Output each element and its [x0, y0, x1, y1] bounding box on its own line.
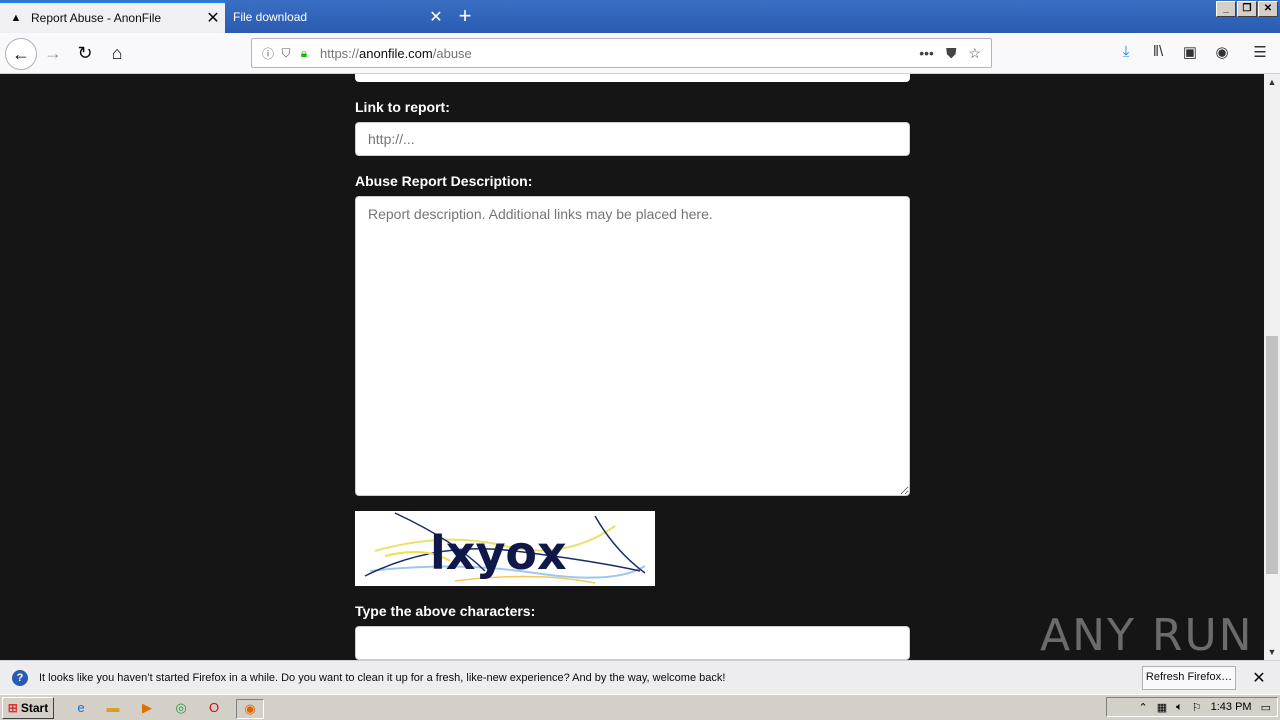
url-bar[interactable]: ⓘ ⛉ 🔒︎ https://anonfile.com/abuse ••• ⛊ … [251, 38, 992, 68]
tray-expand-icon[interactable]: ⌃ [1139, 701, 1148, 714]
notification-message: It looks like you haven’t started Firefo… [39, 672, 726, 684]
restore-button[interactable]: ❐ [1237, 1, 1257, 17]
forward-button[interactable]: → [38, 38, 68, 68]
network-icon[interactable]: ▦ [1157, 701, 1167, 714]
navigation-toolbar: ← → ↻ ⌂ ⓘ ⛉ 🔒︎ https://anonfile.com/abus… [0, 33, 1280, 74]
captcha-text: lxyox [430, 526, 567, 580]
tracking-shield-icon[interactable]: ⛉ [278, 46, 294, 61]
scroll-down-icon[interactable]: ▼ [1264, 644, 1280, 660]
url-text[interactable]: https://anonfile.com/abuse [320, 46, 919, 61]
bookmark-star-icon[interactable]: ☆ [968, 45, 981, 62]
account-icon[interactable]: ◉ [1212, 43, 1232, 63]
captcha-drawing: lxyox [364, 512, 646, 584]
home-button[interactable]: ⌂ [102, 38, 132, 68]
windows-taskbar: ⊞ Start e ▬ ▶ ◎ O ◉ ⌃ ▦ 🔈︎ ⚐ 1:43 PM ▭ [0, 694, 1280, 720]
media-player-icon[interactable]: ▶ [138, 699, 156, 717]
minimize-button[interactable]: _ [1216, 1, 1236, 17]
sidebar-icon[interactable]: ▣ [1180, 43, 1200, 63]
captcha-input[interactable] [355, 626, 910, 660]
action-center-flag-icon[interactable]: ⚐ [1192, 701, 1202, 714]
windows-logo-icon: ⊞ [7, 701, 18, 715]
volume-icon[interactable]: 🔈︎ [1176, 701, 1183, 714]
downloads-icon[interactable]: ⤓ [1116, 43, 1136, 63]
show-desktop-icon[interactable]: ▭ [1261, 701, 1271, 714]
internet-explorer-icon[interactable]: e [72, 699, 90, 717]
captcha-image: lxyox [355, 511, 655, 586]
start-button[interactable]: ⊞ Start [2, 697, 54, 719]
reload-button[interactable]: ↻ [70, 38, 100, 68]
tab-file-download[interactable]: File download ✕ [225, 1, 448, 33]
scroll-up-icon[interactable]: ▲ [1264, 74, 1280, 90]
menu-icon[interactable]: ☰ [1250, 43, 1270, 63]
scroll-thumb[interactable] [1266, 336, 1278, 574]
start-label: Start [20, 701, 49, 715]
window-controls: _ ❐ ✕ [1216, 1, 1278, 17]
page-actions-icon[interactable]: ••• [919, 45, 934, 62]
description-label: Abuse Report Description: [355, 173, 533, 189]
pocket-icon[interactable]: ⛊ [946, 45, 957, 62]
chrome-icon[interactable]: ◎ [172, 699, 190, 717]
library-icon[interactable]: ‖\ [1148, 43, 1168, 63]
anonfile-favicon-icon: ▲ [10, 12, 22, 24]
tab-title: Report Abuse - AnonFile [31, 11, 162, 25]
explorer-folder-icon[interactable]: ▬ [104, 699, 122, 717]
tab-title: File download [233, 10, 308, 24]
close-notification-icon[interactable]: ✕ [1250, 668, 1268, 688]
captcha-label: Type the above characters: [355, 603, 536, 619]
site-info-icon[interactable]: ⓘ [260, 45, 276, 62]
page-content: Link to report: Abuse Report Description… [0, 74, 1264, 660]
tab-strip: ▲ Report Abuse - AnonFile ✕ File downloa… [0, 0, 1280, 33]
question-icon: ? [12, 670, 28, 686]
page-scrollbar[interactable]: ▲ ▼ [1264, 74, 1280, 660]
refresh-notification-bar: ? It looks like you haven’t started Fire… [0, 660, 1280, 695]
new-tab-button[interactable]: + [452, 4, 478, 30]
system-tray: ⌃ ▦ 🔈︎ ⚐ 1:43 PM ▭ [1106, 697, 1278, 717]
anyrun-watermark: ANY RUN [1040, 610, 1254, 661]
opera-icon[interactable]: O [205, 699, 223, 717]
close-window-button[interactable]: ✕ [1258, 1, 1278, 17]
tab-report-abuse[interactable]: ▲ Report Abuse - AnonFile ✕ [0, 1, 225, 33]
close-tab-icon[interactable]: ✕ [424, 7, 448, 27]
url-actions: ••• ⛊ ☆ [919, 45, 981, 62]
refresh-firefox-button[interactable]: Refresh Firefox… [1142, 666, 1236, 690]
link-to-report-input[interactable] [355, 122, 910, 156]
back-button[interactable]: ← [5, 38, 37, 70]
close-tab-icon[interactable]: ✕ [201, 8, 225, 28]
description-textarea[interactable] [355, 196, 910, 496]
firefox-taskbar-icon[interactable]: ◉ [236, 699, 264, 719]
previous-input-field[interactable] [355, 74, 910, 82]
clock[interactable]: 1:43 PM [1211, 701, 1252, 713]
link-to-report-label: Link to report: [355, 99, 450, 115]
lock-icon: 🔒︎ [300, 45, 308, 60]
